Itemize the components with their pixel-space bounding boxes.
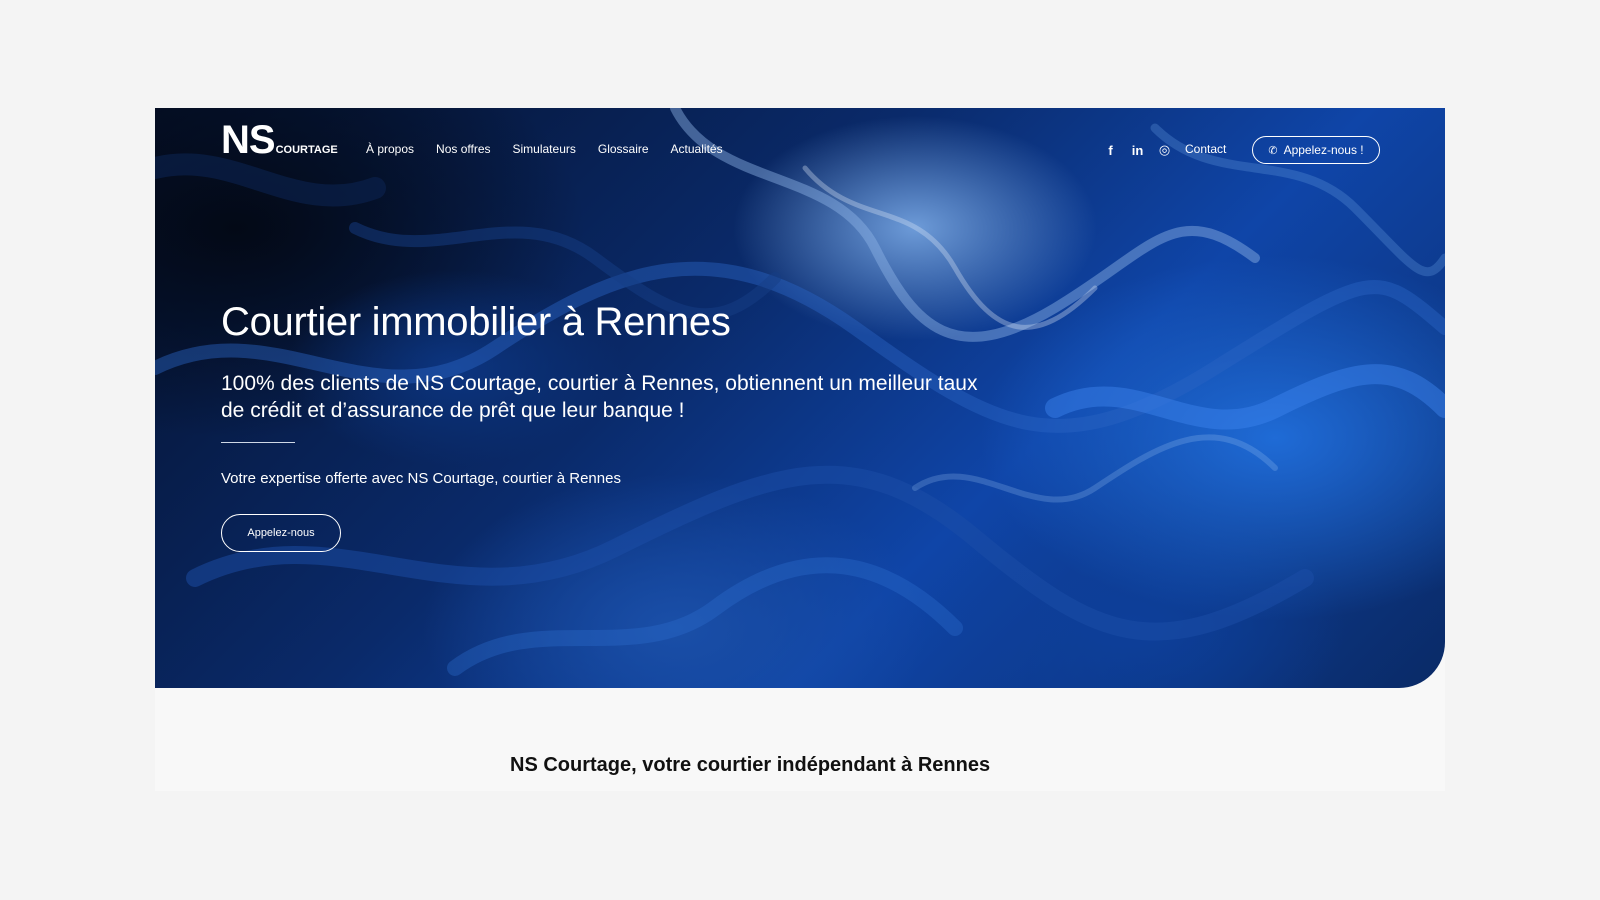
phone-icon: ✆ [1268,144,1278,157]
hero-banner: NSCOURTAGE À propos Nos offres Simulateu… [155,108,1445,688]
logo-wordmark: COURTAGE [275,144,338,156]
hero-call-button[interactable]: Appelez-nous [221,514,341,552]
hero-subtitle: Votre expertise offerte avec NS Courtage… [221,470,621,487]
nav-item-glossaire[interactable]: Glossaire [598,142,649,156]
page-frame: NSCOURTAGE À propos Nos offres Simulateu… [155,108,1445,791]
linkedin-icon[interactable]: in [1130,143,1145,158]
nav-item-nos-offres[interactable]: Nos offres [436,142,490,156]
logo-mark: NS [221,118,276,162]
nav-item-actualites[interactable]: Actualités [671,142,723,156]
main-nav: À propos Nos offres Simulateurs Glossair… [366,142,723,156]
nav-item-a-propos[interactable]: À propos [366,142,414,156]
instagram-icon[interactable]: ◎ [1157,142,1172,158]
hero-lead: 100% des clients de NS Courtage, courtie… [221,372,978,422]
brand-logo[interactable]: NSCOURTAGE [221,120,338,160]
hero-divider [221,442,295,443]
section-title: NS Courtage, votre courtier indépendant … [510,754,991,776]
call-us-button[interactable]: ✆ Appelez-nous ! [1252,136,1380,164]
nav-item-simulateurs[interactable]: Simulateurs [513,142,576,156]
call-us-label: Appelez-nous ! [1283,143,1364,157]
contact-link[interactable]: Contact [1185,142,1226,156]
facebook-icon[interactable]: f [1103,143,1118,158]
hero-title: Courtier immobilier à Rennes [221,300,731,344]
social-links: f in ◎ [1103,142,1172,158]
